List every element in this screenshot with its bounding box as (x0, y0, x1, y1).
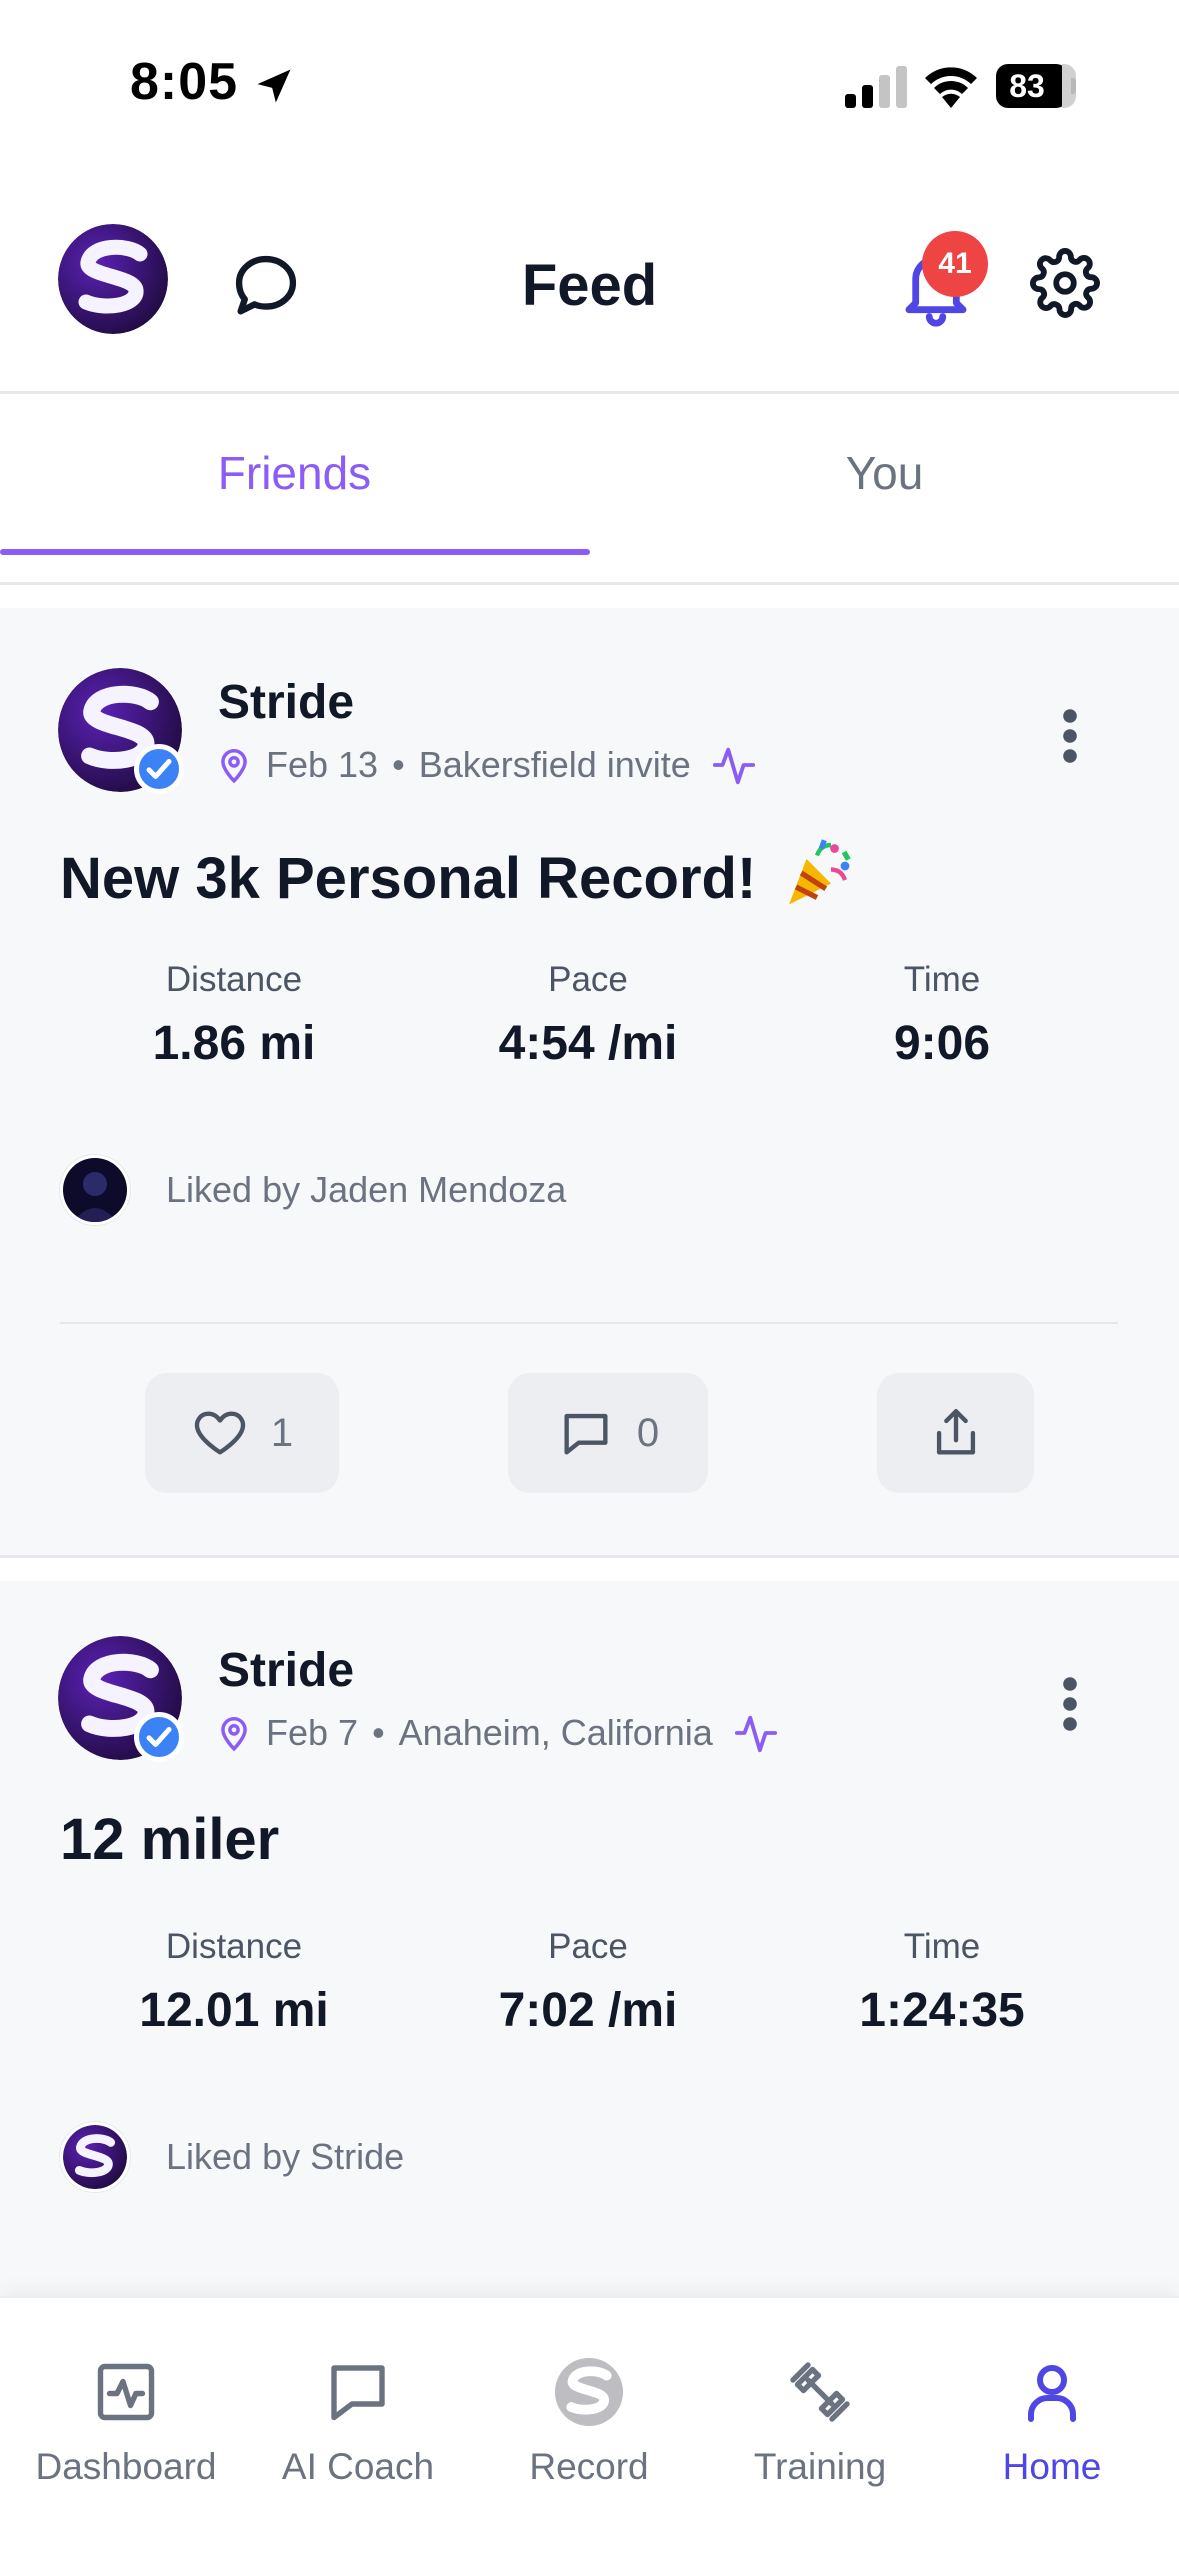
verified-badge-icon (134, 744, 184, 794)
stat-distance: Distance 1.86 mi (152, 960, 316, 1070)
meta-separator: • (392, 744, 405, 785)
nav-training[interactable]: Training (702, 2356, 938, 2488)
activity-pulse-icon (712, 747, 755, 785)
verified-badge-icon (134, 1712, 184, 1762)
post-title-text: New 3k Personal Record! (60, 846, 757, 911)
liked-by-row[interactable]: Liked by Stride (60, 2122, 404, 2192)
comment-count: 0 (636, 1410, 660, 1455)
more-options-icon[interactable] (1050, 706, 1090, 766)
person-icon (1028, 2365, 1076, 2422)
stat-pace: Pace 7:02 /mi (498, 1927, 678, 2037)
app-header: Feed 41 (0, 200, 1179, 394)
active-tab-indicator (0, 549, 590, 555)
like-button[interactable]: 1 (145, 1373, 339, 1493)
more-options-icon[interactable] (1050, 1674, 1090, 1734)
nav-dashboard[interactable]: Dashboard (8, 2356, 244, 2488)
post-title: 12 miler (60, 1807, 280, 1872)
battery-indicator: 83 (996, 64, 1076, 108)
liker-avatar (60, 2122, 130, 2192)
activity-pulse-icon (734, 1715, 777, 1753)
post-author[interactable]: Stride (218, 675, 354, 730)
notification-count-badge: 41 (922, 231, 988, 297)
liker-avatar (60, 1155, 130, 1225)
nav-ai-coach[interactable]: AI Coach (240, 2356, 476, 2488)
chat-bubble-icon (331, 2365, 385, 2421)
like-count: 1 (270, 1410, 294, 1455)
liked-by-row[interactable]: Liked by Jaden Mendoza (60, 1155, 566, 1225)
dumbbell-icon (790, 2362, 850, 2422)
location-pin-icon (221, 749, 247, 784)
page-title: Feed (521, 253, 658, 318)
wifi-icon (925, 67, 977, 108)
liked-by-text: Liked by Jaden Mendoza (166, 1169, 567, 1210)
status-time: 8:05 (130, 53, 239, 111)
cellular-signal-icon (845, 66, 907, 108)
location-pin-icon (221, 1717, 247, 1752)
stride-logo-icon (63, 2125, 127, 2189)
activity-card[interactable]: Stride Feb 13 • Bakersfield invite New 3… (0, 608, 1179, 1555)
stride-logo-icon (554, 2357, 624, 2427)
post-location: Bakersfield invite (418, 744, 691, 785)
nav-home[interactable]: Home (934, 2356, 1170, 2488)
meta-separator: • (372, 1712, 385, 1753)
party-popper-icon (789, 839, 852, 905)
feed-tabs: Friends You (0, 397, 1179, 557)
post-date: Feb 13 (266, 744, 379, 785)
stat-pace: Pace 4:54 /mi (498, 960, 678, 1070)
heart-icon (194, 1411, 245, 1455)
card-separator (0, 1555, 1179, 1581)
stat-time: Time 1:24:35 (859, 1927, 1025, 2037)
post-meta: Feb 13 • Bakersfield invite (218, 740, 757, 790)
stat-distance: Distance 12.01 mi (139, 1927, 329, 2037)
activity-feed[interactable]: Stride Feb 13 • Bakersfield invite New 3… (0, 608, 1179, 2300)
post-location: Anaheim, California (398, 1712, 713, 1753)
post-date: Feb 7 (266, 1712, 359, 1753)
liked-by-text: Liked by Stride (166, 2136, 405, 2177)
battery-percent: 83 (1009, 68, 1045, 104)
location-arrow-icon (257, 69, 291, 103)
tabs-divider (0, 582, 1179, 585)
post-title: New 3k Personal Record! (60, 838, 852, 912)
bottom-navigation: Dashboard AI Coach Record Training Home (0, 2296, 1179, 2556)
post-meta: Feb 7 • Anaheim, California (218, 1708, 779, 1758)
tab-you[interactable]: You (590, 397, 1179, 557)
post-author[interactable]: Stride (218, 1643, 354, 1698)
activity-chart-icon (97, 2363, 155, 2421)
activity-stats: Distance 1.86 mi Pace 4:54 /mi Time 9:06 (0, 960, 1179, 1110)
activity-card[interactable]: Stride Feb 7 • Anaheim, California 12 mi… (0, 1581, 1179, 2300)
status-bar: 8:05 83 (0, 0, 1179, 170)
settings-gear-icon[interactable] (1030, 248, 1100, 318)
share-button[interactable] (877, 1373, 1034, 1493)
stat-time: Time 9:06 (893, 960, 991, 1070)
activity-stats: Distance 12.01 mi Pace 7:02 /mi Time 1:2… (0, 1927, 1179, 2077)
nav-record[interactable]: Record (471, 2356, 707, 2488)
comment-button[interactable]: 0 (508, 1373, 708, 1493)
tab-friends[interactable]: Friends (0, 397, 589, 557)
share-icon (936, 1409, 975, 1455)
comment-icon (564, 1413, 608, 1455)
card-divider (60, 1322, 1118, 1324)
